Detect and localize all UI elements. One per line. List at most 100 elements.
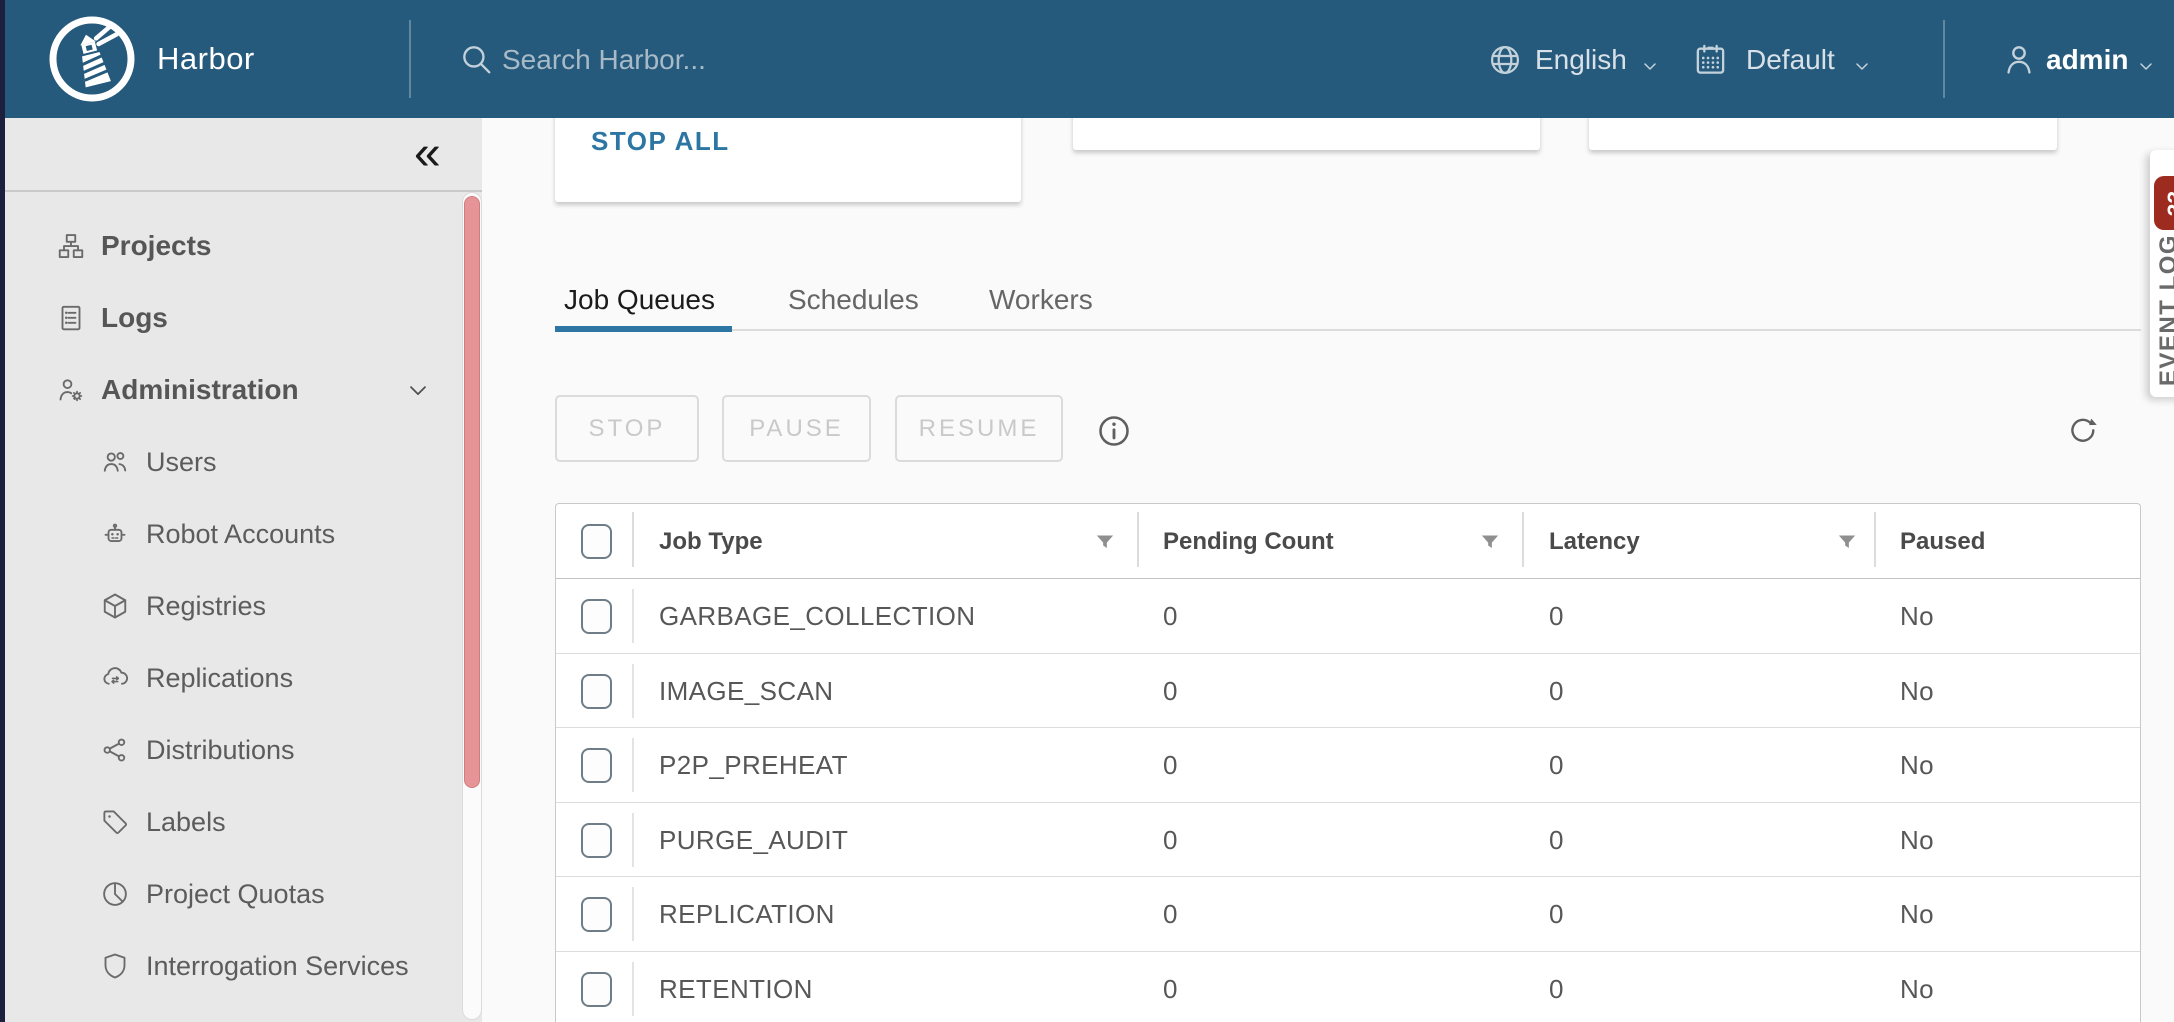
sidebar-scrollbar-thumb[interactable] <box>464 196 480 788</box>
column-header-job-type: Job Type <box>659 528 763 556</box>
collapse-sidebar-icon[interactable]: « <box>414 124 441 184</box>
sidebar-item-label: Projects <box>101 230 212 262</box>
cube-icon <box>100 591 130 621</box>
column-header-pending-count: Pending Count <box>1163 528 1334 556</box>
filter-icon-pending-count[interactable] <box>1477 529 1503 555</box>
table-row: GARBAGE_COLLECTION 0 0 No <box>556 579 2140 654</box>
cell-job-type: GARBAGE_COLLECTION <box>659 601 975 632</box>
cell-paused: No <box>1900 974 1934 1005</box>
pause-button[interactable]: PAUSE <box>722 395 871 462</box>
info-icon[interactable] <box>1096 413 1132 449</box>
sidebar-item-label: Administration <box>101 374 299 406</box>
language-dropdown[interactable]: English <box>1535 44 1627 76</box>
globe-icon <box>1487 42 1523 78</box>
cell-job-type: REPLICATION <box>659 899 835 930</box>
cell-pending-count: 0 <box>1163 601 1178 632</box>
sidebar-item-robot-accounts[interactable]: Robot Accounts <box>0 498 460 570</box>
sidebar: « Projects Logs Administration Users <box>0 118 482 1022</box>
cell-latency: 0 <box>1549 601 1564 632</box>
sidebar-item-label: Replications <box>146 663 293 694</box>
cell-pending-count: 0 <box>1163 750 1178 781</box>
column-header-latency: Latency <box>1549 528 1640 556</box>
table-row: RETENTION 0 0 No <box>556 952 2140 1022</box>
search-input[interactable]: Search Harbor... <box>502 44 706 76</box>
cell-latency: 0 <box>1549 825 1564 856</box>
column-header-paused: Paused <box>1900 528 1985 556</box>
cell-paused: No <box>1900 825 1934 856</box>
table-header-row: Job Type Pending Count Latency Paused <box>556 504 2140 579</box>
cell-pending-count: 0 <box>1163 676 1178 707</box>
cell-latency: 0 <box>1549 899 1564 930</box>
tab-job-queues[interactable]: Job Queues <box>564 284 715 316</box>
table-row: IMAGE_SCAN 0 0 No <box>556 654 2140 729</box>
share-icon <box>100 735 130 765</box>
sidebar-item-users[interactable]: Users <box>0 426 460 498</box>
event-log-label: EVENT LOG <box>2155 234 2174 386</box>
filter-icon-latency[interactable] <box>1834 529 1860 555</box>
search-icon <box>458 41 495 78</box>
org-chart-icon <box>56 231 86 261</box>
job-queues-table: Job Type Pending Count Latency Paused <box>555 503 2141 1022</box>
calendar-icon <box>1692 41 1729 78</box>
sidebar-item-label: Distributions <box>146 735 295 766</box>
cell-latency: 0 <box>1549 750 1564 781</box>
document-list-icon <box>56 303 86 333</box>
cell-job-type: IMAGE_SCAN <box>659 676 834 707</box>
pie-chart-icon <box>100 879 130 909</box>
sidebar-item-projects[interactable]: Projects <box>0 210 460 282</box>
tab-workers[interactable]: Workers <box>989 284 1093 316</box>
sidebar-item-distributions[interactable]: Distributions <box>0 714 460 786</box>
sidebar-item-label: Labels <box>146 807 226 838</box>
cell-latency: 0 <box>1549 676 1564 707</box>
cell-job-type: PURGE_AUDIT <box>659 825 848 856</box>
row-checkbox[interactable] <box>581 674 612 709</box>
stop-all-button[interactable]: STOP ALL <box>591 126 730 157</box>
row-checkbox[interactable] <box>581 972 612 1007</box>
row-checkbox[interactable] <box>581 897 612 932</box>
sidebar-item-registries[interactable]: Registries <box>0 570 460 642</box>
cell-job-type: RETENTION <box>659 974 813 1005</box>
row-checkbox[interactable] <box>581 748 612 783</box>
refresh-icon[interactable] <box>2064 412 2102 450</box>
stop-button[interactable]: STOP <box>555 395 699 462</box>
cell-paused: No <box>1900 601 1934 632</box>
sidebar-item-label: Logs <box>101 302 168 334</box>
user-icon <box>2000 40 2038 78</box>
filter-icon-job-type[interactable] <box>1092 529 1118 555</box>
select-all-checkbox[interactable] <box>581 524 612 559</box>
robot-icon <box>100 519 130 549</box>
cell-latency: 0 <box>1549 974 1564 1005</box>
table-row: P2P_PREHEAT 0 0 No <box>556 728 2140 803</box>
event-log-tab[interactable]: 33 EVENT LOG <box>2150 150 2174 397</box>
tab-schedules[interactable]: Schedules <box>788 284 919 316</box>
users-icon <box>100 447 130 477</box>
row-checkbox[interactable] <box>581 823 612 858</box>
chevron-down-icon[interactable] <box>404 376 432 404</box>
user-dropdown[interactable]: admin <box>2046 44 2128 76</box>
chevron-down-icon <box>2134 54 2158 78</box>
sidebar-item-administration[interactable]: Administration <box>0 354 460 426</box>
window-edge <box>0 0 5 1022</box>
sidebar-item-label: Interrogation Services <box>146 951 409 982</box>
sidebar-item-label: Registries <box>146 591 266 622</box>
row-checkbox[interactable] <box>581 599 612 634</box>
shield-icon <box>100 951 130 981</box>
cell-pending-count: 0 <box>1163 825 1178 856</box>
resume-button[interactable]: RESUME <box>895 395 1063 462</box>
sidebar-item-project-quotas[interactable]: Project Quotas <box>0 858 460 930</box>
sidebar-item-logs[interactable]: Logs <box>0 282 460 354</box>
cloud-replication-icon <box>100 663 130 693</box>
sidebar-item-interrogation-services[interactable]: Interrogation Services <box>0 930 460 1002</box>
chevron-down-icon <box>1638 54 1662 78</box>
tag-icon <box>100 807 130 837</box>
table-row: PURGE_AUDIT 0 0 No <box>556 803 2140 878</box>
cell-pending-count: 0 <box>1163 974 1178 1005</box>
active-tab-underline <box>555 326 732 332</box>
brand-title: Harbor <box>157 0 255 118</box>
cell-paused: No <box>1900 899 1934 930</box>
theme-dropdown[interactable]: Default <box>1746 44 1835 76</box>
table-row: REPLICATION 0 0 No <box>556 877 2140 952</box>
top-navbar: Harbor Search Harbor... English Default … <box>0 0 2174 118</box>
sidebar-item-labels[interactable]: Labels <box>0 786 460 858</box>
sidebar-item-replications[interactable]: Replications <box>0 642 460 714</box>
